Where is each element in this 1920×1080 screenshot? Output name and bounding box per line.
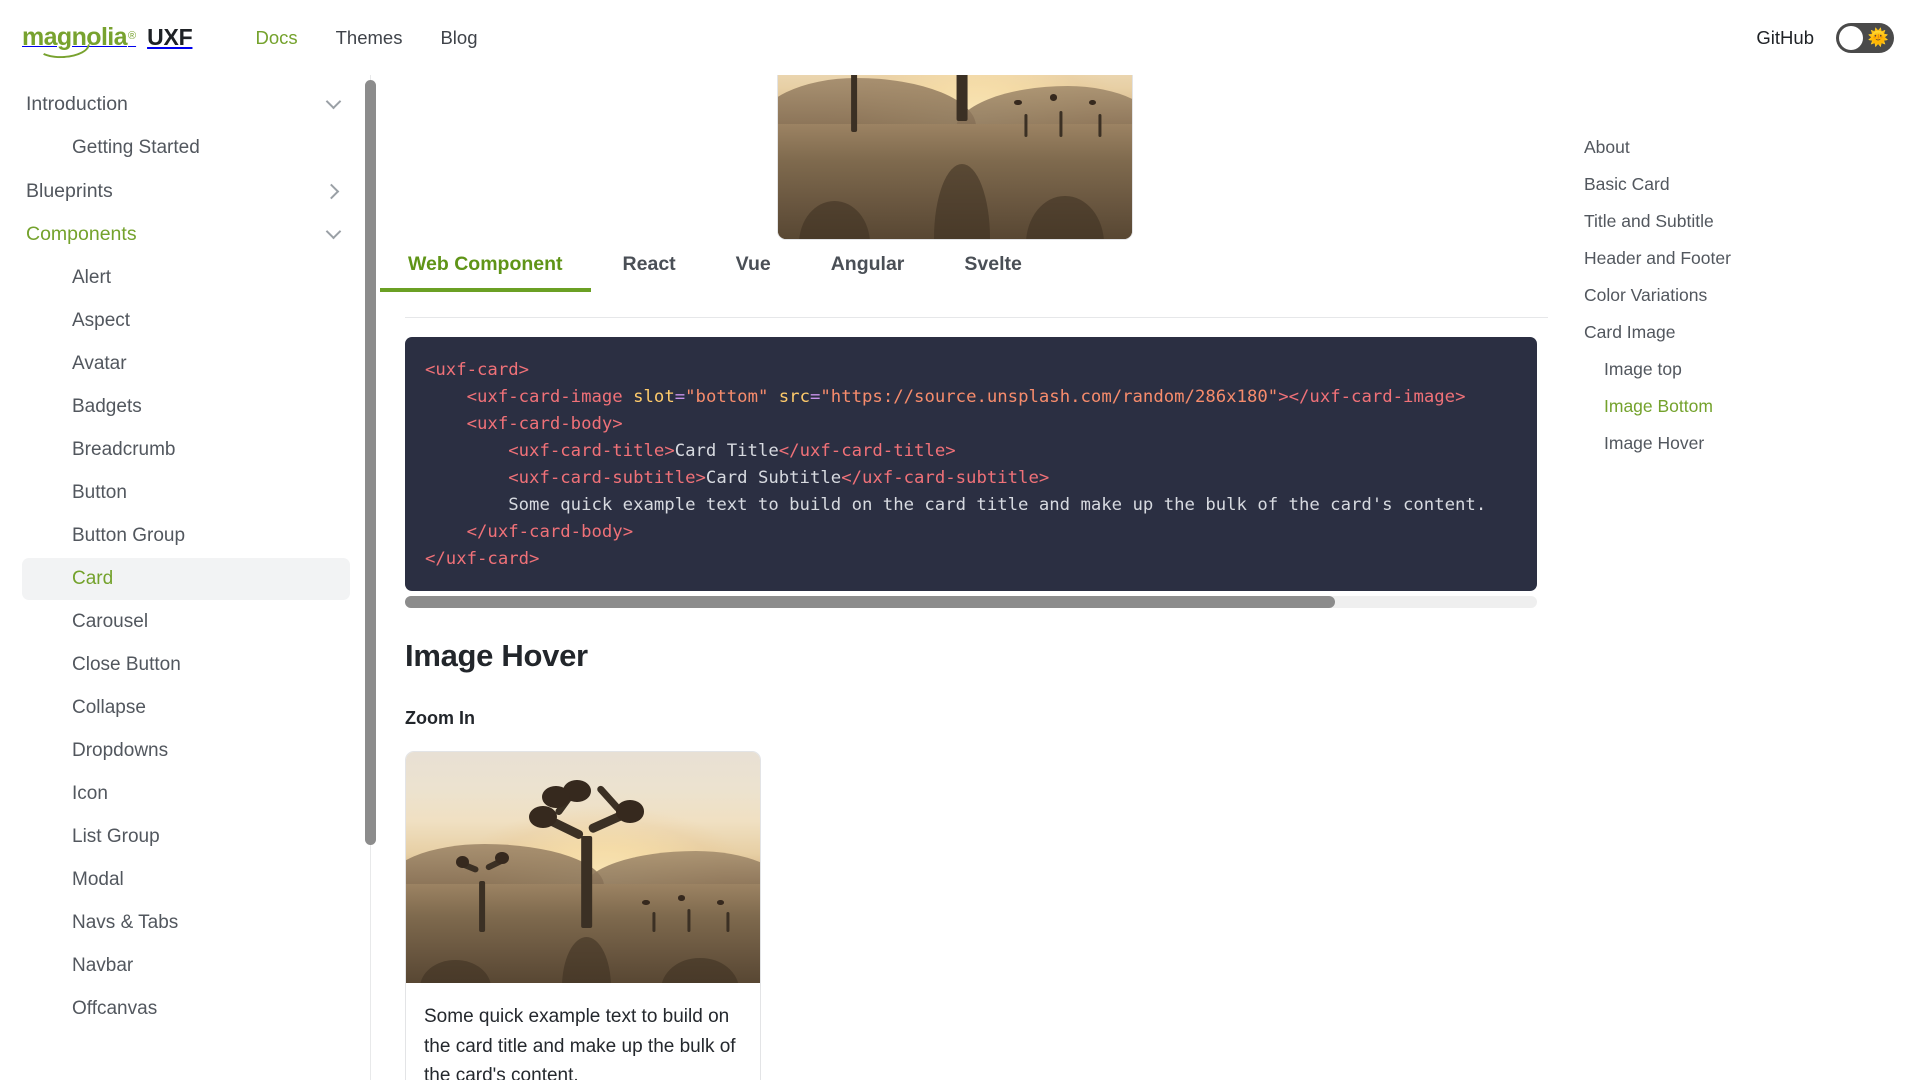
sidebar-item-button-group[interactable]: Button Group <box>22 515 350 557</box>
sidebar-section-label: Components <box>26 223 137 246</box>
sidebar-item-close-button[interactable]: Close Button <box>22 644 350 686</box>
sidebar-item-aspect[interactable]: Aspect <box>22 300 350 342</box>
sidebar-section-label: Blueprints <box>26 180 113 203</box>
sidebar-scrollbar-thumb[interactable] <box>365 80 376 845</box>
sidebar-item-badgets[interactable]: Badgets <box>22 386 350 428</box>
sidebar-item-getting-started[interactable]: Getting Started <box>22 127 350 169</box>
sidebar-item-button[interactable]: Button <box>22 472 350 514</box>
brand-logo-link[interactable]: magnolia® UXF <box>22 24 192 51</box>
tab-svelte[interactable]: Svelte <box>961 247 1024 292</box>
toc-item-about[interactable]: About <box>1548 129 1920 166</box>
nav-link-themes[interactable]: Themes <box>317 21 422 55</box>
desert-sunset-image <box>406 752 760 983</box>
tab-angular[interactable]: Angular <box>828 247 908 292</box>
sidebar-section-components[interactable]: Components <box>0 213 372 256</box>
section-heading-image-hover: Image Hover <box>405 638 588 674</box>
zoom-in-hover-card[interactable]: Some quick example text to build on the … <box>405 751 761 1080</box>
card-body: Some quick example text to build on the … <box>406 983 760 1080</box>
sidebar-item-breadcrumb[interactable]: Breadcrumb <box>22 429 350 471</box>
sidebar-item-navbar[interactable]: Navbar <box>22 945 350 987</box>
docs-sidebar: Introduction Getting Started Blueprints … <box>0 75 372 1080</box>
code-sample-block: <uxf-card> <uxf-card-image slot="bottom"… <box>405 337 1537 591</box>
registered-mark: ® <box>128 30 136 42</box>
site-header: magnolia® UXF Docs Themes Blog GitHub 🌞 <box>0 0 1920 75</box>
sidebar-item-offcanvas[interactable]: Offcanvas <box>22 988 350 1030</box>
sidebar-item-list-group[interactable]: List Group <box>22 816 350 858</box>
sun-icon: 🌞 <box>1868 29 1889 46</box>
toc-item-card-image[interactable]: Card Image <box>1548 314 1920 351</box>
sidebar-item-collapse[interactable]: Collapse <box>22 687 350 729</box>
tab-react[interactable]: React <box>620 247 679 292</box>
primary-nav: Docs Themes Blog <box>236 21 496 55</box>
sidebar-item-navs-tabs[interactable]: Navs & Tabs <box>22 902 350 944</box>
sidebar-item-icon[interactable]: Icon <box>22 773 350 815</box>
toggle-knob <box>1839 26 1863 50</box>
card-image <box>406 752 760 983</box>
chevron-right-icon[interactable] <box>324 181 346 203</box>
table-of-contents: About Basic Card Title and Subtitle Head… <box>1548 75 1920 1080</box>
sidebar-section-label: Introduction <box>26 93 128 116</box>
sidebar-item-avatar[interactable]: Avatar <box>22 343 350 385</box>
nav-link-docs[interactable]: Docs <box>236 21 316 55</box>
chevron-down-icon[interactable] <box>324 224 346 246</box>
subsection-heading-zoom-in: Zoom In <box>405 708 475 729</box>
sidebar-item-modal[interactable]: Modal <box>22 859 350 901</box>
code-sample-text: <uxf-card> <uxf-card-image slot="bottom"… <box>405 357 1537 573</box>
product-name: UXF <box>147 24 192 51</box>
tab-vue[interactable]: Vue <box>733 247 774 292</box>
toc-item-image-hover[interactable]: Image Hover <box>1548 425 1920 462</box>
code-scrollbar-thumb[interactable] <box>405 596 1335 608</box>
toc-item-title-and-subtitle[interactable]: Title and Subtitle <box>1548 203 1920 240</box>
framework-tabs: Web Component React Vue Angular Svelte <box>405 247 1025 292</box>
toc-item-color-variations[interactable]: Color Variations <box>1548 277 1920 314</box>
tabs-divider <box>405 317 1548 318</box>
main-content: Web Component React Vue Angular Svelte <… <box>372 75 1548 1080</box>
header-actions: GitHub 🌞 <box>1756 23 1894 53</box>
card-body-text: Some quick example text to build on the … <box>424 1002 742 1080</box>
toc-item-basic-card[interactable]: Basic Card <box>1548 166 1920 203</box>
toc-item-header-and-footer[interactable]: Header and Footer <box>1548 240 1920 277</box>
magnolia-logo: magnolia® <box>22 25 136 50</box>
sidebar-item-dropdowns[interactable]: Dropdowns <box>22 730 350 772</box>
image-bottom-card-preview <box>777 75 1133 240</box>
chevron-down-icon[interactable] <box>324 94 346 116</box>
sidebar-item-carousel[interactable]: Carousel <box>22 601 350 643</box>
magnolia-swoosh-icon <box>38 43 91 60</box>
sidebar-section-introduction[interactable]: Introduction <box>0 83 372 126</box>
github-link[interactable]: GitHub <box>1756 27 1814 49</box>
sidebar-section-blueprints[interactable]: Blueprints <box>0 170 372 213</box>
theme-toggle-switch[interactable]: 🌞 <box>1836 23 1894 53</box>
nav-link-blog[interactable]: Blog <box>421 21 496 55</box>
toc-item-image-top[interactable]: Image top <box>1548 351 1920 388</box>
tab-web-component[interactable]: Web Component <box>405 247 566 292</box>
toc-item-image-bottom[interactable]: Image Bottom <box>1548 388 1920 425</box>
sidebar-item-alert[interactable]: Alert <box>22 257 350 299</box>
sidebar-item-card[interactable]: Card <box>22 558 350 600</box>
desert-sunset-image <box>778 75 1132 239</box>
